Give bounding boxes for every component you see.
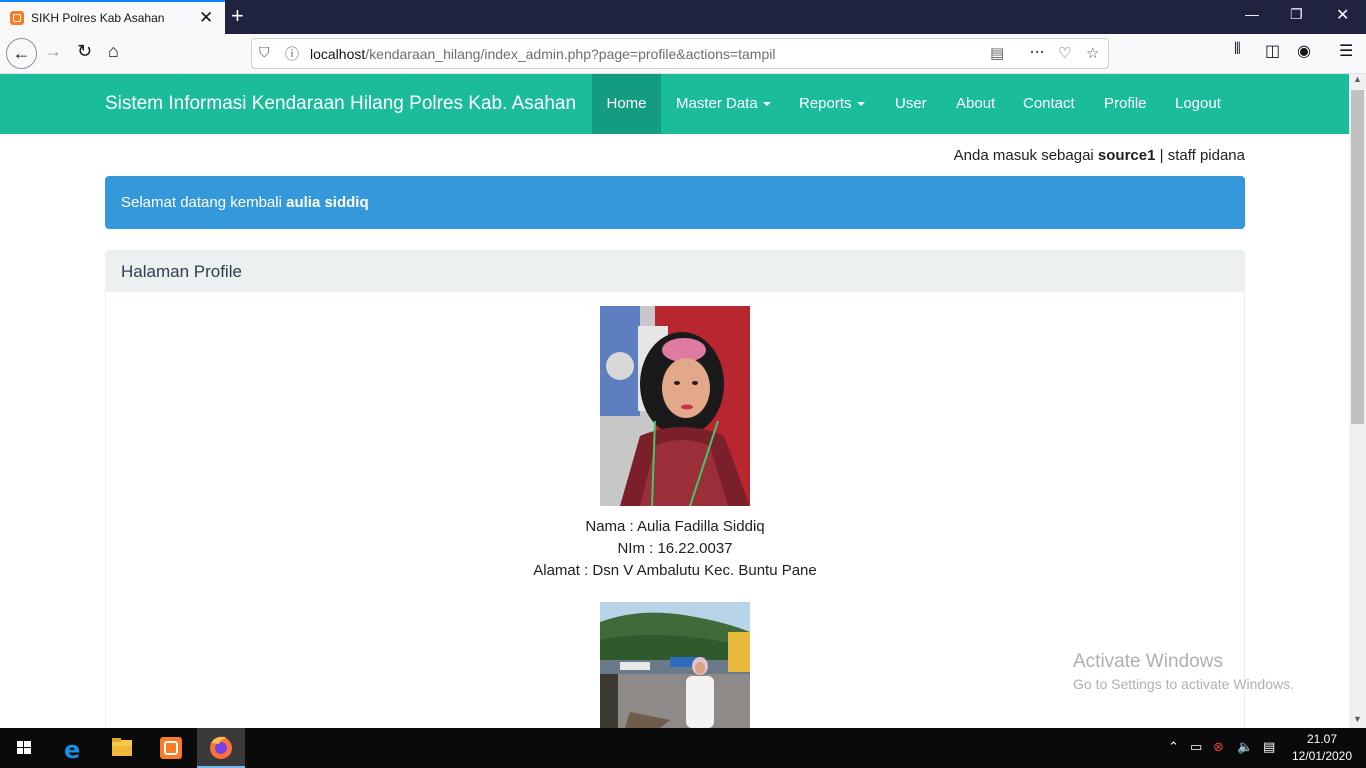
close-tab-icon[interactable]: ✕ [199, 8, 213, 28]
windows-logo-icon [17, 741, 31, 754]
login-prefix: Anda masuk sebagai [953, 147, 1098, 164]
network-icon[interactable]: ⊗ [1213, 739, 1224, 755]
restore-icon[interactable]: ❐ [1290, 6, 1303, 23]
pocket-icon[interactable]: ♡ [1058, 44, 1071, 62]
welcome-name: aulia siddiq [286, 194, 369, 211]
nav-reports[interactable]: Reports [799, 74, 865, 134]
nav-logout[interactable]: Logout [1175, 74, 1221, 134]
back-icon[interactable]: ← [6, 38, 37, 69]
url-path: /kendaraan_hilang/index_admin.php?page=p… [365, 46, 776, 62]
activate-windows-title: Activate Windows [1073, 651, 1223, 672]
nav-user[interactable]: User [895, 74, 927, 134]
more-actions-icon[interactable]: ··· [1030, 44, 1045, 61]
shield-icon[interactable]: ⛉ [259, 44, 270, 61]
url-text[interactable]: localhost/kendaraan_hilang/index_admin.p… [310, 46, 775, 62]
welcome-text: Selamat datang kembali aulia siddiq [121, 194, 369, 211]
profile-nim: NIm : 16.22.0037 [617, 540, 733, 557]
panel-title: Halaman Profile [121, 262, 242, 281]
notification-icon[interactable]: ▤ [1263, 739, 1275, 755]
svg-text:e: e [64, 736, 80, 764]
nav-profile[interactable]: Profile [1104, 74, 1147, 134]
url-host: localhost [310, 46, 366, 62]
welcome-alert: Selamat datang kembali aulia siddiq [105, 176, 1245, 229]
caret-down-icon [856, 102, 865, 107]
tab-title: SIKH Polres Kab Asahan [31, 11, 165, 25]
nav-contact[interactable]: Contact [1023, 74, 1075, 134]
login-info: Anda masuk sebagai source1 | staff pidan… [850, 147, 1245, 164]
profile-photo [600, 306, 750, 506]
menu-icon[interactable]: ☰ [1339, 41, 1353, 61]
volume-icon[interactable]: 🔈 [1237, 739, 1253, 755]
login-username: source1 [1097, 147, 1156, 164]
clock-time: 21.07 [1306, 732, 1338, 746]
battery-icon[interactable]: ▭ [1190, 739, 1202, 755]
profile-address: Alamat : Dsn V Ambalutu Kec. Buntu Pane [533, 562, 817, 579]
windows-taskbar: e ⌃ ▭ ⊗ 🔈 ▤ 21.07 12/01/2020 [0, 728, 1366, 768]
outdoor-photo-graphic [600, 602, 750, 728]
scroll-thumb[interactable] [1351, 90, 1364, 424]
bookmark-star-icon[interactable]: ☆ [1086, 44, 1099, 62]
browser-toolbar: ← → ↻ ⌂ ⛉ ⓘ localhost/kendaraan_hilang/i… [0, 34, 1366, 74]
url-bar[interactable]: ⛉ ⓘ localhost/kendaraan_hilang/index_adm… [251, 38, 1109, 69]
firefox-icon [210, 736, 232, 759]
start-button[interactable] [0, 728, 48, 768]
firefox-taskbar-button[interactable] [197, 728, 245, 768]
nav-home[interactable]: Home [592, 74, 661, 134]
profile-photo-outdoor [600, 602, 750, 728]
file-explorer-taskbar-button[interactable] [98, 728, 146, 768]
edge-taskbar-button[interactable]: e [50, 728, 98, 768]
info-icon[interactable]: ⓘ [285, 44, 299, 64]
clock-date: 12/01/2020 [1291, 749, 1353, 763]
minimize-icon[interactable]: — [1245, 6, 1259, 22]
account-icon[interactable]: ◉ [1297, 41, 1311, 61]
tray-overflow-icon[interactable]: ⌃ [1168, 739, 1179, 755]
browser-tab[interactable]: SIKH Polres Kab Asahan ✕ [0, 0, 225, 34]
xampp-favicon-icon [10, 11, 24, 25]
scroll-up-icon[interactable]: ▲ [1353, 74, 1362, 84]
library-icon[interactable]: ⫴ [1234, 41, 1241, 59]
nav-about[interactable]: About [956, 74, 995, 134]
xampp-taskbar-button[interactable] [147, 728, 195, 768]
login-separator: | [1155, 147, 1168, 164]
xampp-icon [160, 737, 182, 759]
reader-view-icon[interactable]: ▤ [990, 44, 1004, 62]
panel-heading: Halaman Profile [106, 251, 1244, 292]
profile-photo-graphic [600, 306, 750, 506]
navbar-brand[interactable]: Sistem Informasi Kendaraan Hilang Polres… [105, 93, 576, 115]
folder-icon [112, 738, 132, 756]
welcome-prefix: Selamat datang kembali [121, 194, 287, 211]
sidebar-icon[interactable]: ◫ [1265, 41, 1280, 61]
taskbar-clock[interactable]: 21.07 12/01/2020 [1288, 731, 1356, 765]
app-navbar: Sistem Informasi Kendaraan Hilang Polres… [0, 74, 1349, 134]
reload-icon[interactable]: ↻ [77, 41, 92, 62]
home-icon[interactable]: ⌂ [108, 41, 119, 62]
page-scrollbar[interactable]: ▲ ▼ [1349, 74, 1366, 728]
caret-down-icon [762, 102, 771, 107]
profile-name: Nama : Aulia Fadilla Siddiq [585, 518, 765, 535]
edge-icon: e [64, 736, 80, 764]
activate-windows-subtitle: Go to Settings to activate Windows. [1073, 676, 1294, 692]
nav-master-data-label: Master Data [676, 95, 758, 112]
forward-icon[interactable]: → [44, 41, 62, 62]
nav-reports-label: Reports [799, 95, 852, 112]
login-role: staff pidana [1167, 147, 1245, 164]
close-window-icon[interactable]: ✕ [1336, 5, 1349, 25]
browser-titlebar: SIKH Polres Kab Asahan ✕ + — ❐ ✕ [0, 0, 1366, 34]
new-tab-icon[interactable]: + [231, 3, 244, 29]
scroll-down-icon[interactable]: ▼ [1353, 714, 1362, 724]
nav-master-data[interactable]: Master Data [676, 74, 771, 134]
